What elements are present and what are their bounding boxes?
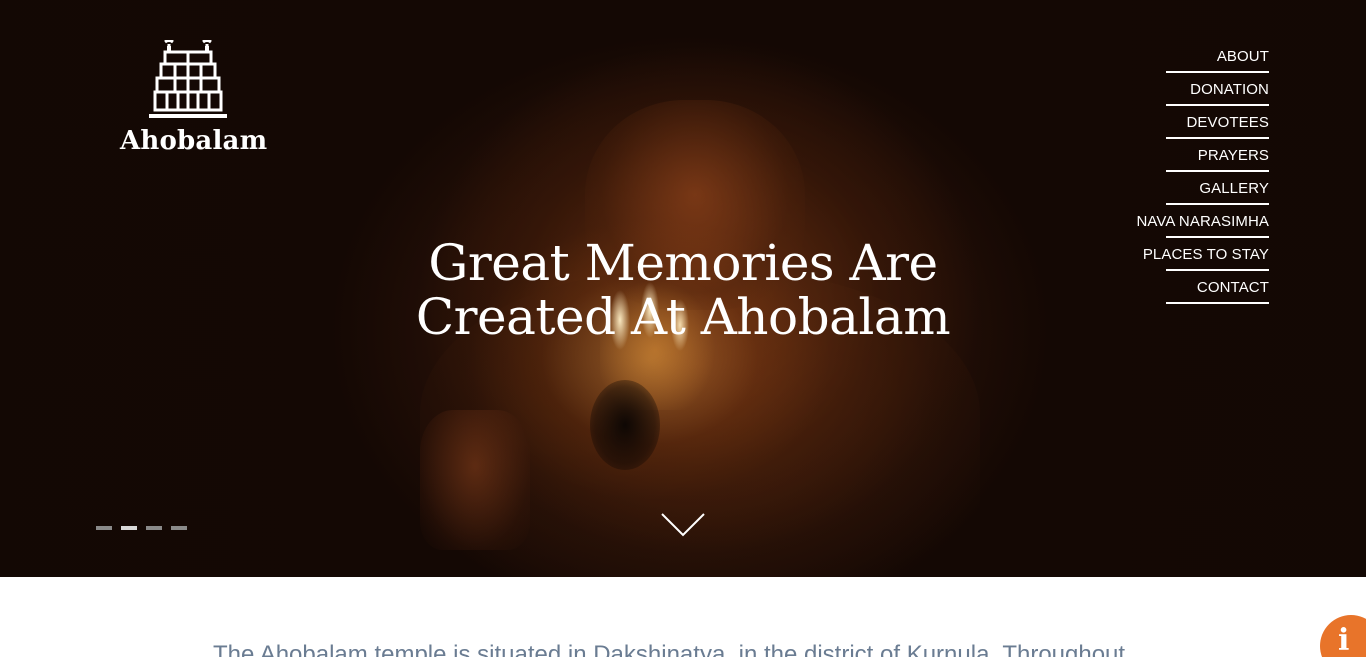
nav-item-places-to-stay[interactable]: PLACES TO STAY [1119, 238, 1269, 271]
intro-paragraph: The Ahobalam temple is situated in Daksh… [213, 641, 1126, 657]
nav-item-devotees[interactable]: DEVOTEES [1119, 106, 1269, 139]
hero-headline-line-1: Great Memories Are [428, 234, 938, 292]
slider-dot-1[interactable] [96, 526, 112, 530]
site-logo[interactable]: Ahobalam [120, 40, 268, 160]
nav-link-places-to-stay[interactable]: PLACES TO STAY [1143, 238, 1269, 271]
hero-banner: Ahobalam ABOUT DONATION DEVOTEES PRAYERS… [0, 0, 1366, 577]
nav-link-donation[interactable]: DONATION [1190, 73, 1269, 106]
nav-link-prayers[interactable]: PRAYERS [1198, 139, 1269, 172]
nav-item-gallery[interactable]: GALLERY [1119, 172, 1269, 205]
slider-dot-2[interactable] [121, 526, 137, 530]
scroll-down-button[interactable] [660, 512, 706, 538]
nav-item-about[interactable]: ABOUT [1119, 40, 1269, 73]
temple-gopuram-icon [148, 40, 227, 118]
hero-headline-line-2: Created At Ahobalam [415, 288, 951, 346]
nav-item-contact[interactable]: CONTACT [1119, 271, 1269, 304]
hero-statue-hand [420, 410, 530, 550]
nav-link-nava-narasimha[interactable]: NAVA NARASIMHA [1136, 205, 1269, 238]
hero-incense-holder [590, 380, 660, 470]
slider-dot-4[interactable] [171, 526, 187, 530]
info-button[interactable]: i [1320, 615, 1366, 657]
main-navigation: ABOUT DONATION DEVOTEES PRAYERS GALLERY … [1119, 40, 1269, 304]
nav-item-nava-narasimha[interactable]: NAVA NARASIMHA [1119, 205, 1269, 238]
slider-dot-3[interactable] [146, 526, 162, 530]
nav-link-gallery[interactable]: GALLERY [1199, 172, 1269, 205]
nav-item-prayers[interactable]: PRAYERS [1119, 139, 1269, 172]
nav-link-contact[interactable]: CONTACT [1197, 271, 1269, 304]
slider-pagination [96, 526, 187, 530]
hero-headline: Great Memories Are Created At Ahobalam [383, 236, 983, 344]
nav-item-donation[interactable]: DONATION [1119, 73, 1269, 106]
info-icon: i [1338, 623, 1350, 657]
chevron-down-icon [661, 513, 705, 537]
nav-link-devotees[interactable]: DEVOTEES [1187, 106, 1270, 139]
nav-link-about[interactable]: ABOUT [1217, 40, 1269, 73]
brand-name: Ahobalam [120, 126, 268, 156]
